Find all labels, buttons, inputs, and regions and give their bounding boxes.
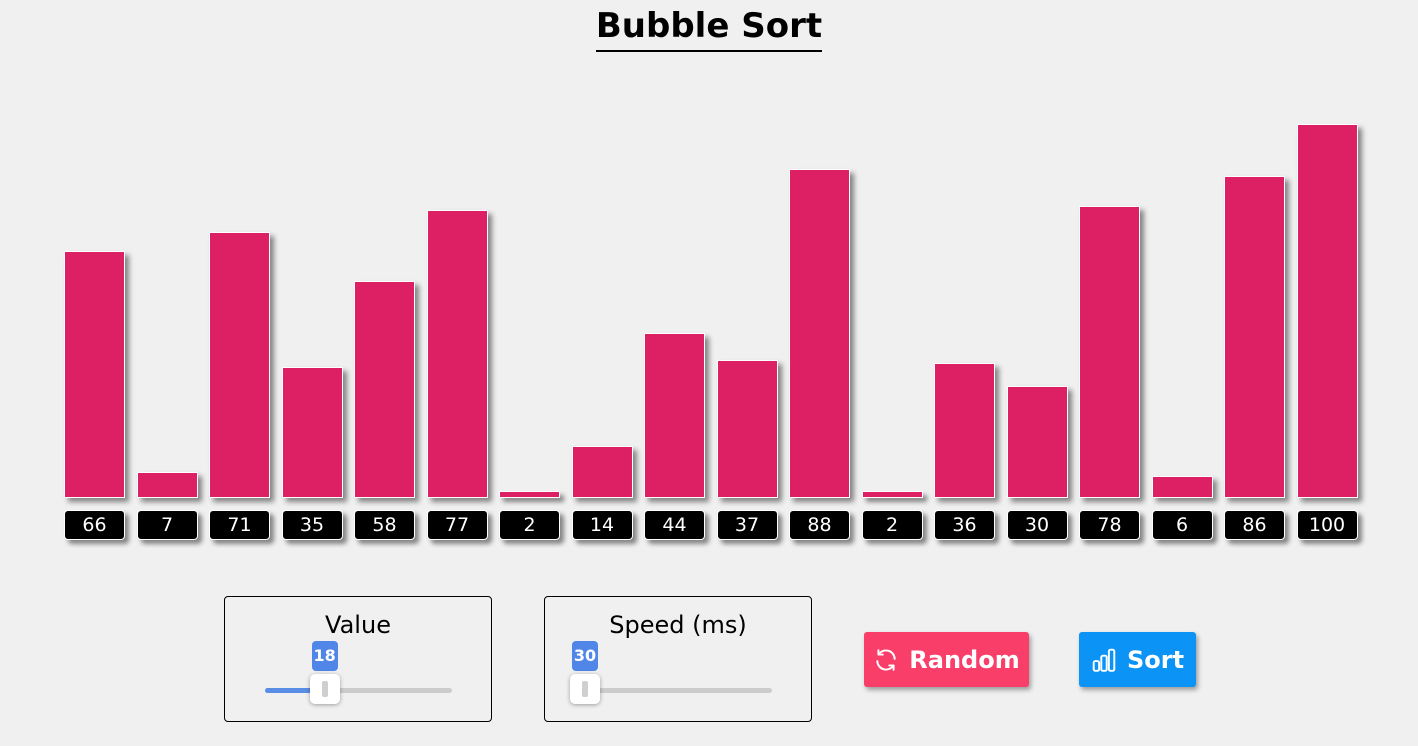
sort-button-label: Sort xyxy=(1126,645,1185,674)
bar-value-label: 2 xyxy=(861,510,923,540)
value-slider-tooltip: 18 xyxy=(311,641,338,671)
bar xyxy=(209,232,270,498)
value-label: Value xyxy=(325,611,391,639)
bar-chart: 66 7 71 35 58 77 2 14 44 37 88 2 36 30 78 6 86 100 xyxy=(0,0,1418,560)
bar-value-label: 71 xyxy=(209,510,270,540)
bar xyxy=(136,471,198,498)
value-control-panel: Value 18 xyxy=(224,596,492,722)
speed-slider-tooltip: 30 xyxy=(572,641,598,671)
value-slider[interactable]: 18 xyxy=(265,641,452,704)
bar xyxy=(1224,176,1285,498)
bar-value-label: 37 xyxy=(716,510,778,540)
bar xyxy=(716,359,778,498)
speed-slider[interactable]: 30 xyxy=(570,641,772,704)
bar-value-label: 88 xyxy=(789,510,850,540)
refresh-icon xyxy=(876,648,896,671)
bar xyxy=(934,363,995,498)
bar-chart-icon xyxy=(1092,648,1116,672)
bar-value-label: 30 xyxy=(1006,510,1068,540)
bar-value-label: 86 xyxy=(1224,510,1285,540)
value-slider-handle[interactable] xyxy=(309,674,340,704)
random-button[interactable]: Random xyxy=(864,632,1029,687)
bar-value-label: 14 xyxy=(571,510,633,540)
bar-value-label: 7 xyxy=(136,510,198,540)
bar xyxy=(789,168,850,498)
bar xyxy=(644,333,705,498)
speed-control-panel: Speed (ms) 30 xyxy=(544,596,812,722)
bar xyxy=(1079,206,1140,498)
bar xyxy=(354,281,415,498)
speed-label: Speed (ms) xyxy=(609,611,747,639)
random-button-label: Random xyxy=(909,645,1020,674)
bar xyxy=(64,251,125,498)
bar xyxy=(1151,475,1213,498)
bar-value-label: 58 xyxy=(354,510,415,540)
bar-value-label: 100 xyxy=(1296,510,1358,540)
bar xyxy=(1006,385,1068,498)
speed-slider-handle[interactable] xyxy=(570,674,600,704)
bar-value-label: 44 xyxy=(644,510,705,540)
bar xyxy=(1296,124,1358,498)
bar-value-label: 77 xyxy=(426,510,488,540)
bar-value-label: 35 xyxy=(281,510,343,540)
bar-value-label: 66 xyxy=(64,510,125,540)
bar xyxy=(426,210,488,498)
bar xyxy=(281,367,343,498)
sort-button[interactable]: Sort xyxy=(1079,632,1196,687)
bar xyxy=(571,445,633,498)
bar xyxy=(499,490,560,498)
bar-value-label: 2 xyxy=(499,510,560,540)
bar-value-label: 36 xyxy=(934,510,995,540)
bar-value-label: 6 xyxy=(1151,510,1213,540)
bar xyxy=(861,490,923,498)
bar-value-label: 78 xyxy=(1079,510,1140,540)
